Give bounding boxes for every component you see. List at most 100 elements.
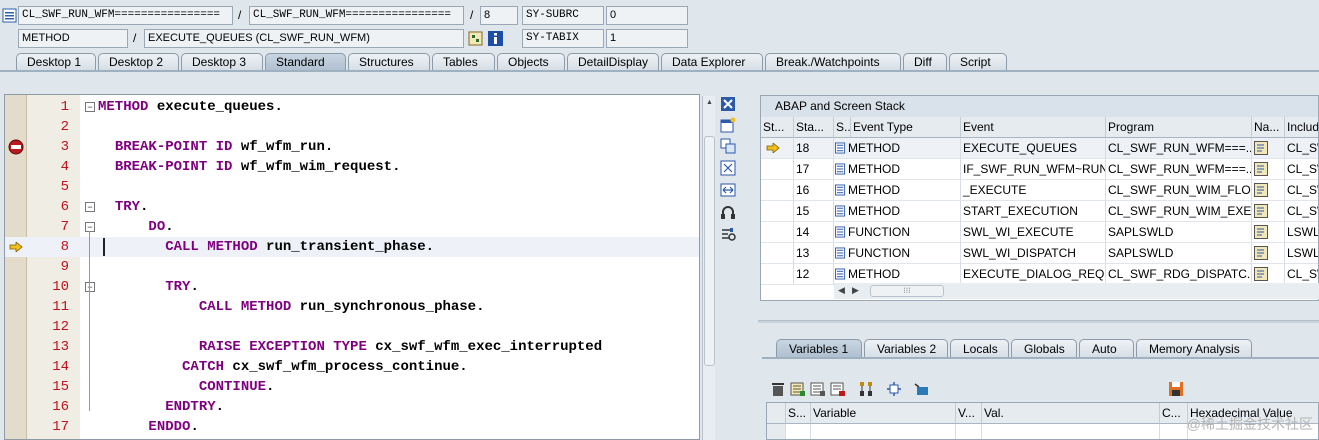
close-icon[interactable]: [720, 96, 736, 112]
stack-cell[interactable]: FUNCTION: [834, 222, 961, 243]
stack-cell[interactable]: SAPLSWLD: [1106, 243, 1252, 264]
stack-column-header[interactable]: Program: [1106, 117, 1252, 138]
scrollbar-thumb[interactable]: ⁝⁝⁝: [870, 285, 944, 297]
stack-cell[interactable]: CL_SW: [1285, 264, 1318, 285]
stack-cell[interactable]: [1252, 243, 1285, 264]
tab-desktop-3[interactable]: Desktop 3: [181, 53, 263, 71]
scroll-right-icon[interactable]: ▶: [852, 285, 859, 296]
tab-detail-display[interactable]: DetailDisplay: [567, 53, 659, 71]
tab-breakpoints-watchpoints[interactable]: Break./Watchpoints: [765, 53, 901, 71]
list-icon[interactable]: [2, 8, 17, 23]
variables-empty-cell[interactable]: [982, 424, 1160, 439]
stack-cell[interactable]: [761, 159, 794, 180]
stack-cell[interactable]: CL_SW: [1285, 138, 1318, 159]
stack-cell[interactable]: METHOD: [834, 264, 961, 285]
stack-cell[interactable]: LSWLD: [1285, 243, 1318, 264]
event-type-field[interactable]: METHOD: [18, 29, 128, 48]
open-folder-icon[interactable]: [914, 381, 930, 397]
stack-cell[interactable]: [761, 201, 794, 222]
tab-data-explorer[interactable]: Data Explorer: [661, 53, 763, 71]
code-line[interactable]: 17 ENDDO.: [5, 417, 699, 437]
sysvar-name-field[interactable]: SY-SUBRC: [522, 6, 604, 25]
insert-row-icon[interactable]: [790, 381, 806, 397]
stack-cell[interactable]: METHOD: [834, 159, 961, 180]
stack-cell[interactable]: EXECUTE_DIALOG_REQ...: [961, 264, 1106, 285]
fold-toggle-icon[interactable]: −: [85, 222, 95, 232]
tab-tables[interactable]: Tables: [432, 53, 495, 71]
stack-cell[interactable]: [1252, 180, 1285, 201]
tab-diff[interactable]: Diff: [903, 53, 947, 71]
stack-column-header[interactable]: St...: [761, 117, 794, 138]
variables-column-header[interactable]: Val.: [982, 403, 1160, 424]
tab-objects[interactable]: Objects: [497, 53, 565, 71]
stack-cell[interactable]: 16: [794, 180, 834, 201]
stack-cell[interactable]: SWL_WI_EXECUTE: [961, 222, 1106, 243]
tab-locals[interactable]: Locals: [950, 339, 1009, 358]
navigate-to-source-icon[interactable]: [1254, 183, 1268, 197]
code-line[interactable]: 3 BREAK-POINT ID wf_wfm_run.: [5, 137, 699, 157]
object-icon[interactable]: [468, 31, 483, 46]
navigate-to-source-icon[interactable]: [1254, 246, 1268, 260]
stack-cell[interactable]: METHOD: [834, 138, 961, 159]
maximize-icon[interactable]: [720, 160, 736, 176]
code-line[interactable]: 9: [5, 257, 699, 277]
code-line[interactable]: 4 BREAK-POINT ID wf_wfm_wim_request.: [5, 157, 699, 177]
stack-cell[interactable]: [1252, 138, 1285, 159]
stack-column-header[interactable]: Na...: [1252, 117, 1285, 138]
stack-cell[interactable]: METHOD: [834, 180, 961, 201]
stack-cell[interactable]: 12: [794, 264, 834, 285]
stack-cell[interactable]: METHOD: [834, 201, 961, 222]
sysvar-name-field[interactable]: SY-TABIX: [522, 29, 604, 48]
variables-column-header[interactable]: [767, 403, 786, 424]
stack-cell[interactable]: [761, 138, 794, 159]
new-tool-icon[interactable]: [720, 117, 736, 133]
fold-toggle-icon[interactable]: −: [85, 202, 95, 212]
navigate-to-source-icon[interactable]: [1254, 204, 1268, 218]
swap-icon[interactable]: [720, 182, 736, 198]
code-line[interactable]: 6 − TRY.: [5, 197, 699, 217]
tab-desktop-2[interactable]: Desktop 2: [98, 53, 179, 71]
stack-cell[interactable]: SWL_WI_DISPATCH: [961, 243, 1106, 264]
services-icon[interactable]: [720, 204, 736, 220]
tab-variables-2[interactable]: Variables 2: [864, 339, 948, 358]
scrollbar-thumb[interactable]: [704, 136, 715, 366]
stack-column-header[interactable]: S...: [834, 117, 851, 138]
stack-cell[interactable]: CL_SWF_RUN_WIM_FLO...: [1106, 180, 1252, 201]
program-field[interactable]: CL_SWF_RUN_WFM================: [18, 6, 233, 25]
stack-cell[interactable]: CL_SWF_RUN_WFM===...: [1106, 159, 1252, 180]
settings-icon[interactable]: [720, 226, 736, 242]
code-line[interactable]: 14 CATCH cx_swf_wfm_process_continue.: [5, 357, 699, 377]
navigate-to-source-icon[interactable]: [1254, 141, 1268, 155]
fold-toggle-icon[interactable]: −: [85, 102, 95, 112]
include-field[interactable]: CL_SWF_RUN_WFM================: [249, 6, 464, 25]
sysvar-value-field[interactable]: 1: [606, 29, 688, 48]
stack-cell[interactable]: [761, 222, 794, 243]
tab-auto[interactable]: Auto: [1079, 339, 1134, 358]
stack-cell[interactable]: CL_SWF_RUN_WFM===...: [1106, 138, 1252, 159]
stack-cell[interactable]: [761, 180, 794, 201]
tab-memory-analysis[interactable]: Memory Analysis: [1136, 339, 1252, 358]
stack-cell[interactable]: LSWLD: [1285, 222, 1318, 243]
stack-cell[interactable]: EXECUTE_QUEUES: [961, 138, 1106, 159]
stack-cell[interactable]: [761, 243, 794, 264]
stack-column-header[interactable]: Sta...: [794, 117, 834, 138]
scroll-up-icon[interactable]: ▲: [704, 97, 715, 108]
tab-desktop-1[interactable]: Desktop 1: [16, 53, 96, 71]
navigate-to-source-icon[interactable]: [1254, 225, 1268, 239]
variables-empty-cell[interactable]: [1160, 424, 1188, 439]
source-code-editor[interactable]: 1− METHOD execute_queues. 2 3 BREAK-POINT I…: [4, 94, 700, 440]
stack-cell[interactable]: [1252, 264, 1285, 285]
stack-cell[interactable]: 14: [794, 222, 834, 243]
variables-empty-cell[interactable]: [767, 424, 786, 439]
stack-cell[interactable]: [1252, 159, 1285, 180]
stack-cell[interactable]: CL_SW: [1285, 201, 1318, 222]
breakpoint-icon[interactable]: [8, 139, 24, 155]
scroll-left-icon[interactable]: ◀: [838, 285, 845, 296]
code-line[interactable]: 10 − TRY.: [5, 277, 699, 297]
variables-empty-cell[interactable]: [786, 424, 811, 439]
info-icon[interactable]: [488, 31, 503, 46]
variables-empty-cell[interactable]: [956, 424, 982, 439]
sysvar-value-field[interactable]: 0: [606, 6, 688, 25]
hierarchy-icon[interactable]: [858, 381, 874, 397]
stack-cell[interactable]: IF_SWF_RUN_WFM~RUN: [961, 159, 1106, 180]
